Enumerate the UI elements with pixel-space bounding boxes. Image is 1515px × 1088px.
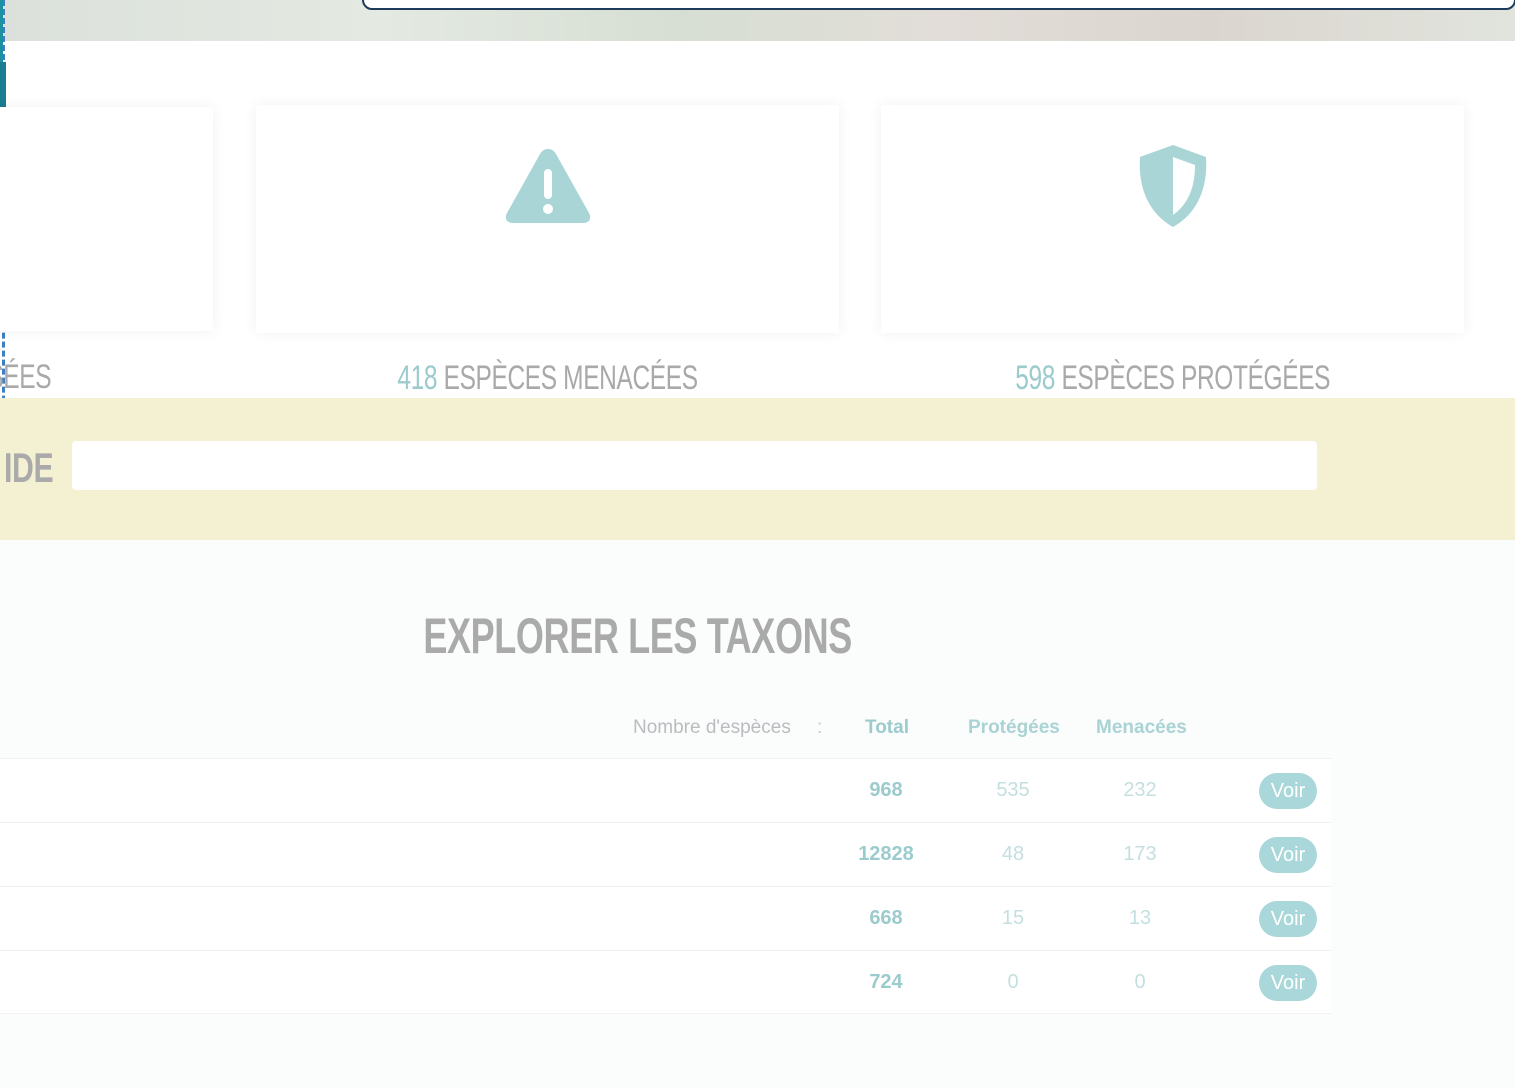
table-row: 668 15 13 Voir (0, 886, 1331, 950)
search-input[interactable] (72, 441, 1317, 490)
cell-protected: 48 (1001, 843, 1025, 865)
stat-label: 598 ESPÈCES PROTÉGÉES (881, 361, 1464, 395)
table-row: 12828 48 173 Voir (0, 822, 1331, 886)
header-total: Total (865, 717, 909, 738)
stat-card-threatened: 418 ESPÈCES MENACÉES (256, 105, 839, 395)
stat-card-protected: 598 ESPÈCES PROTÉGÉES (881, 105, 1464, 395)
stat-text: NSÉES (0, 358, 52, 396)
table-row: 968 535 232 Voir (0, 758, 1331, 822)
stat-text: ESPÈCES PROTÉGÉES (1061, 359, 1330, 397)
header-protected: Protégées (968, 717, 1060, 738)
cell-protected: 15 (1001, 907, 1025, 929)
cell-protected: 535 (996, 779, 1030, 801)
cell-threatened: 0 (1134, 971, 1146, 993)
taxon-explorer: EXPLORER LES TAXONS Nombre d'espèces : T… (0, 540, 1515, 1088)
header-threatened: Menacées (1096, 717, 1187, 738)
section-title: EXPLORER LES TAXONS (340, 610, 852, 662)
search-title: IDE (4, 446, 73, 490)
search-band: IDE (0, 398, 1515, 540)
cell-total: 724 (869, 971, 903, 993)
stat-label: 418 ESPÈCES MENACÉES (256, 361, 839, 395)
stat-number: 598 (1015, 359, 1055, 397)
view-button[interactable]: Voir (1259, 965, 1317, 1001)
cell-total: 968 (869, 779, 903, 801)
table-header: Nombre d'espèces : Total Protégées Menac… (0, 714, 1515, 742)
warning-icon (505, 149, 590, 223)
cell-threatened: 232 (1123, 779, 1157, 801)
stat-text: ESPÈCES MENACÉES (443, 359, 698, 397)
section-title-text: EXPLORER LES TAXONS (423, 608, 852, 664)
table-row: 724 0 0 Voir (0, 950, 1331, 1014)
cell-threatened: 173 (1123, 843, 1157, 865)
header-species-count: Nombre d'espèces (633, 717, 791, 738)
header-search-box[interactable] (362, 0, 1515, 10)
shield-icon (1139, 145, 1206, 227)
stat-number: 418 (397, 359, 438, 397)
view-button[interactable]: Voir (1259, 837, 1317, 873)
header-colon: : (817, 717, 823, 738)
cell-protected: 0 (1007, 971, 1019, 993)
stat-card-partial: NSÉES (0, 107, 213, 394)
cell-threatened: 13 (1128, 907, 1152, 929)
stat-label: NSÉES (0, 360, 83, 394)
view-button[interactable]: Voir (1259, 901, 1317, 937)
cell-total: 12828 (858, 843, 914, 865)
cell-total: 668 (869, 907, 903, 929)
view-button[interactable]: Voir (1259, 773, 1317, 809)
search-title-text: IDE (4, 444, 54, 491)
taxon-table: 968 535 232 Voir 12828 48 173 Voir 668 1… (0, 758, 1331, 1014)
